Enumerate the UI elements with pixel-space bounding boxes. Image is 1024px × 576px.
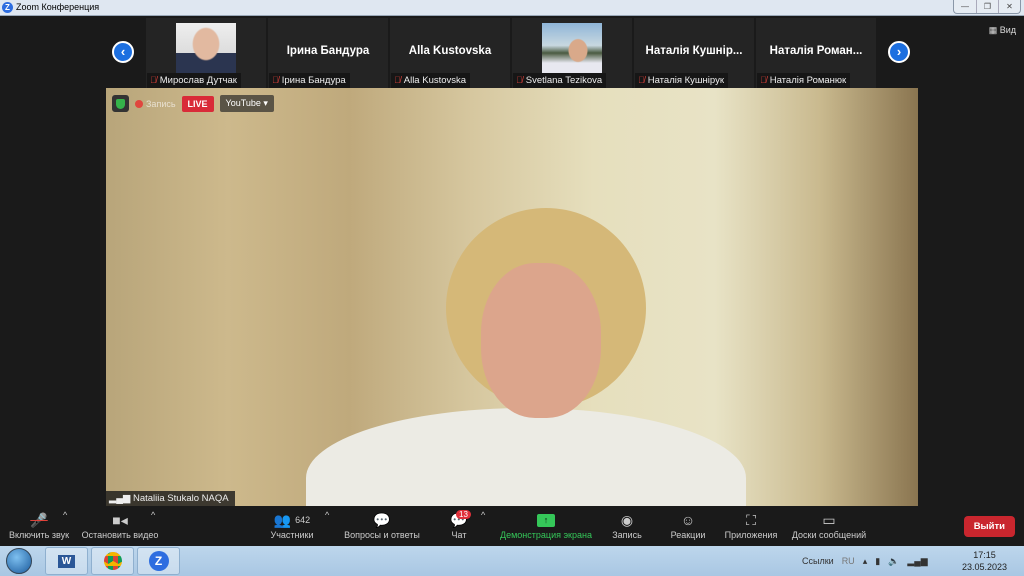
chrome-icon [103, 552, 122, 570]
participant-name: Мирослав Дутчак [159, 75, 237, 86]
qa-icon: 💬 [373, 511, 391, 528]
mic-muted-icon: 🎙̸ [150, 75, 157, 85]
network-icon[interactable]: ▂▄▆ [907, 556, 927, 567]
chat-label: Чат [451, 530, 467, 540]
participant-name: Ірина Бандура [281, 75, 346, 86]
clock-time: 17:15 [973, 550, 996, 560]
links-toolbar[interactable]: Ссылки [802, 556, 834, 566]
audio-options-caret[interactable]: ^ [63, 510, 67, 520]
speaker-shirt [306, 408, 746, 506]
participants-icon: 👥 [273, 511, 292, 528]
participant-display-name: Наталія Кушнір... [645, 45, 743, 57]
participant-tile[interactable]: Alla Kustovska 🎙̸ Alla Kustovska [390, 18, 510, 88]
recording-indicator[interactable]: Запись [135, 99, 176, 109]
word-icon: W [57, 554, 76, 568]
participants-label: Участники [270, 530, 314, 540]
record-label: Запись [612, 530, 642, 540]
title-bar: Z Zoom Конференция — ❐ ✕ [0, 0, 1024, 16]
apps-label: Приложения [724, 530, 778, 540]
reactions-button[interactable]: ☺ Реакции [666, 510, 710, 540]
participant-photo [542, 23, 602, 73]
participant-photo [176, 23, 236, 73]
taskbar-chrome[interactable] [91, 547, 134, 575]
stop-video-button[interactable]: ■◂ Остановить видео [80, 510, 160, 541]
view-button[interactable]: ▦ Вид [989, 25, 1016, 36]
clock[interactable]: 17:15 23.05.2023 [962, 549, 1007, 573]
volume-icon[interactable]: 🔈 [888, 556, 899, 567]
apps-button[interactable]: ⛶ Приложения [722, 510, 780, 541]
participant-tile[interactable]: 🎙̸ Мирослав Дутчак [146, 18, 266, 88]
leave-button[interactable]: Выйти [963, 516, 1015, 537]
participant-tile[interactable]: Ірина Бандура 🎙̸ Ірина Бандура [268, 18, 388, 88]
whiteboards-label: Доски сообщений [791, 530, 867, 540]
mic-muted-icon: 🎙̸ [760, 75, 767, 85]
participant-name: Наталія Романюк [769, 75, 847, 86]
mic-muted-icon: 🎙̸ [516, 75, 523, 85]
apps-icon: ⛶ [746, 511, 756, 528]
taskbar-word[interactable]: W [45, 547, 88, 575]
stream-dropdown[interactable]: YouTube ▾ [219, 95, 274, 112]
participant-name: Svetlana Tezikova [525, 75, 603, 86]
prev-page-button[interactable]: ‹ [112, 41, 134, 63]
windows-start-icon[interactable] [6, 548, 32, 574]
live-badge[interactable]: LIVE [181, 95, 214, 112]
speaker-face [481, 263, 601, 418]
taskbar-zoom[interactable]: Z [137, 547, 180, 575]
clock-date: 23.05.2023 [962, 562, 1008, 572]
participant-display-name: Наталія Роман... [769, 45, 863, 57]
participant-display-name: Alla Kustovska [408, 45, 492, 57]
mic-muted-icon: 🎙̸ [394, 75, 401, 85]
record-icon: ◉ [620, 511, 634, 528]
mic-muted-icon: 🎙̸ [272, 75, 279, 85]
power-icon[interactable]: ▮ [875, 556, 880, 567]
share-screen-button[interactable]: ↑ Демонстрация экрана [496, 510, 596, 540]
chat-button[interactable]: 💬 13 Чат [444, 510, 474, 540]
participant-display-name: Ірина Бандура [286, 45, 370, 57]
window-title: Zoom Конференция [16, 2, 100, 12]
security-shield-icon[interactable] [112, 95, 129, 112]
windows-taskbar: W Z Ссылки RU ▴ ▮ 🔈 ▂▄▆ 17:15 23.05.2023 [0, 546, 1024, 576]
mic-muted-icon: 🎙̸ [638, 75, 645, 85]
participants-button[interactable]: 👥 642 Участники [262, 510, 322, 541]
view-label: Вид [999, 25, 1016, 35]
participant-tile[interactable]: 🎙̸ Svetlana Tezikova [512, 18, 632, 88]
tray-expand-icon[interactable]: ▴ [863, 556, 868, 567]
stop-video-label: Остановить видео [81, 530, 159, 540]
smiley-icon: ☺ [680, 512, 696, 528]
participant-tile[interactable]: Наталія Роман... 🎙̸ Наталія Романюк [756, 18, 876, 88]
chat-caret[interactable]: ^ [481, 510, 485, 520]
minimize-button[interactable]: — [954, 0, 976, 13]
restore-button[interactable]: ❐ [976, 0, 998, 13]
qa-button[interactable]: 💬 Вопросы и ответы [340, 510, 424, 541]
language-indicator[interactable]: RU [842, 556, 855, 566]
participants-caret[interactable]: ^ [325, 510, 329, 520]
share-label: Демонстрация экрана [500, 530, 592, 540]
whiteboards-button[interactable]: ▭ Доски сообщений [788, 510, 870, 541]
participant-name: Наталія Кушнірук [647, 75, 724, 86]
meeting-toolbar: 🎤 Включить звук ^ ■◂ Остановить видео ^ 👥 … [0, 506, 1024, 546]
share-arrow-icon: ↑ [537, 513, 555, 527]
recording-label: Запись [146, 98, 176, 109]
close-button[interactable]: ✕ [998, 0, 1020, 13]
record-button[interactable]: ◉ Запись [608, 510, 646, 541]
participant-name: Alla Kustovska [403, 75, 467, 86]
chat-badge: 13 [456, 510, 471, 519]
participant-tile[interactable]: Наталія Кушнір... 🎙̸ Наталія Кушнірук [634, 18, 754, 88]
unmute-label: Включить звук [8, 530, 70, 540]
video-options-caret[interactable]: ^ [151, 510, 155, 520]
next-page-button[interactable]: › [888, 41, 910, 63]
participants-count: 642 [295, 515, 311, 525]
record-dot-icon [135, 99, 143, 108]
zoom-icon: Z [148, 551, 169, 571]
qa-label: Вопросы и ответы [344, 530, 420, 540]
speaker-name: Nataliia Stukalo NAQA [132, 493, 229, 504]
reactions-label: Реакции [670, 530, 706, 540]
signal-icon: ▂▄▆ [109, 493, 133, 504]
video-camera-icon: ■◂ [112, 511, 128, 528]
speaker-nameplate: ▂▄▆ Nataliia Stukalo NAQA [106, 491, 235, 506]
active-speaker-video: Запись LIVE YouTube ▾ ▂▄▆ Nataliia Stuka… [106, 88, 918, 506]
whiteboard-icon: ▭ [822, 511, 836, 528]
zoom-logo-icon: Z [2, 2, 13, 13]
